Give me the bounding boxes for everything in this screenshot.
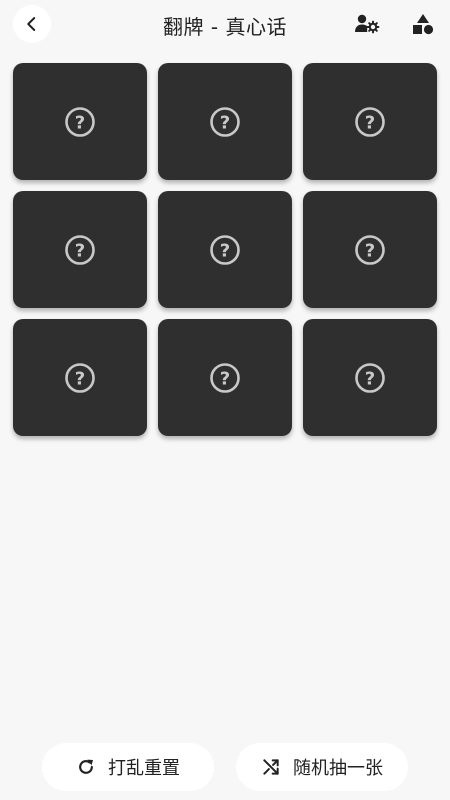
question-mark-icon: ? bbox=[355, 234, 385, 265]
flip-card[interactable]: ? bbox=[158, 63, 292, 180]
flip-card[interactable]: ? bbox=[13, 63, 147, 180]
flip-card[interactable]: ? bbox=[13, 191, 147, 308]
shuffle-icon bbox=[263, 759, 279, 775]
card-face-symbol: ? bbox=[365, 240, 375, 261]
card-face-symbol: ? bbox=[75, 240, 85, 261]
shuffle-reset-button[interactable]: 打乱重置 bbox=[42, 743, 214, 791]
question-mark-icon: ? bbox=[65, 362, 95, 393]
random-draw-button[interactable]: 随机抽一张 bbox=[236, 743, 408, 791]
refresh-icon bbox=[79, 759, 93, 774]
top-bar: 翻牌 - 真心话 bbox=[0, 0, 450, 48]
page-title: 翻牌 - 真心话 bbox=[163, 15, 287, 39]
card-face-symbol: ? bbox=[220, 240, 230, 261]
card-face-symbol: ? bbox=[220, 112, 230, 133]
flip-card[interactable]: ? bbox=[303, 63, 437, 180]
card-face-symbol: ? bbox=[365, 112, 375, 133]
random-draw-label: 随机抽一张 bbox=[293, 758, 383, 779]
question-mark-icon: ? bbox=[65, 106, 95, 137]
flip-card[interactable]: ? bbox=[303, 191, 437, 308]
flip-card[interactable]: ? bbox=[158, 319, 292, 436]
question-mark-icon: ? bbox=[210, 106, 240, 137]
flip-card-screen: 翻牌 - 真心话 ? ? ? ? ? ? ? ? ? 打乱重置 随机抽一张 bbox=[0, 0, 450, 800]
user-settings-icon bbox=[355, 14, 380, 34]
user-settings-button[interactable] bbox=[354, 12, 380, 36]
question-mark-icon: ? bbox=[355, 106, 385, 137]
card-face-symbol: ? bbox=[365, 368, 375, 389]
shuffle-reset-label: 打乱重置 bbox=[108, 758, 180, 779]
card-face-symbol: ? bbox=[75, 368, 85, 389]
shapes-icon bbox=[413, 14, 434, 35]
card-grid: ????????? bbox=[13, 63, 437, 436]
question-mark-icon: ? bbox=[210, 234, 240, 265]
question-mark-icon: ? bbox=[210, 362, 240, 393]
flip-card[interactable]: ? bbox=[13, 319, 147, 436]
shapes-button[interactable] bbox=[410, 12, 436, 36]
card-face-symbol: ? bbox=[220, 368, 230, 389]
card-face-symbol: ? bbox=[75, 112, 85, 133]
flip-card[interactable]: ? bbox=[158, 191, 292, 308]
question-mark-icon: ? bbox=[355, 362, 385, 393]
flip-card[interactable]: ? bbox=[303, 319, 437, 436]
question-mark-icon: ? bbox=[65, 234, 95, 265]
